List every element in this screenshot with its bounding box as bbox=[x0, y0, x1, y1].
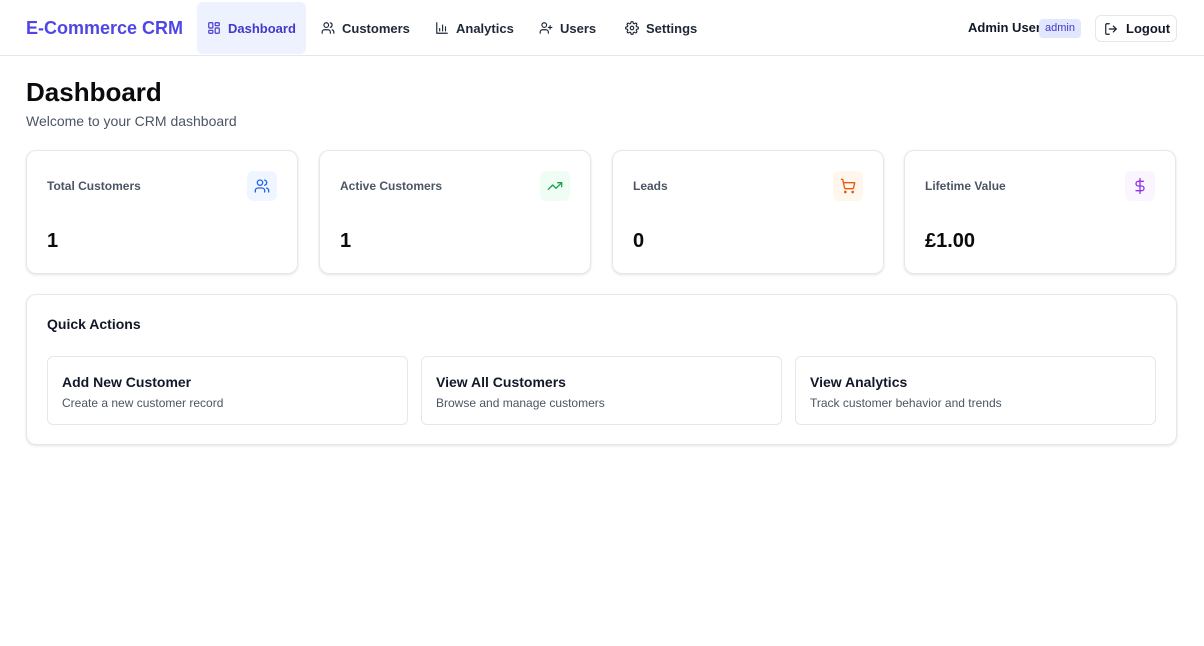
page-subtitle: Welcome to your CRM dashboard bbox=[26, 113, 237, 129]
stat-value: £1.00 bbox=[925, 230, 976, 252]
stat-icon-box bbox=[540, 171, 570, 201]
user-plus-icon bbox=[539, 22, 553, 34]
nav-item-settings[interactable]: Settings bbox=[615, 2, 707, 54]
stat-value: 0 bbox=[633, 230, 645, 252]
stat-card-active-customers: Active Customers 1 bbox=[319, 150, 591, 274]
trending-up-icon bbox=[547, 182, 563, 190]
bar-chart-icon bbox=[436, 22, 448, 34]
shopping-cart-icon bbox=[840, 178, 856, 194]
quick-action-description: Create a new customer record bbox=[62, 396, 224, 410]
stat-value: 1 bbox=[47, 230, 59, 252]
nav-item-analytics[interactable]: Analytics bbox=[425, 2, 524, 54]
nav-item-users[interactable]: Users bbox=[529, 2, 606, 54]
nav-item-customers[interactable]: Customers bbox=[311, 2, 420, 54]
stat-label: Active Customers bbox=[340, 179, 443, 193]
quick-action-add-customer[interactable]: Add New Customer Create a new customer r… bbox=[47, 356, 408, 425]
users-icon bbox=[321, 22, 335, 34]
brand-logo-text[interactable]: E-Commerce CRM bbox=[26, 16, 183, 40]
role-badge: admin bbox=[1039, 19, 1081, 38]
page-title: Dashboard bbox=[26, 77, 162, 107]
stat-label: Total Customers bbox=[47, 179, 141, 193]
logout-icon bbox=[1105, 22, 1117, 35]
nav-item-label: Dashboard bbox=[228, 20, 296, 36]
nav-item-label: Analytics bbox=[456, 20, 514, 36]
stat-icon-box bbox=[1125, 171, 1155, 201]
quick-action-description: Browse and manage customers bbox=[436, 396, 605, 410]
logout-label: Logout bbox=[1126, 21, 1171, 36]
gear-icon bbox=[625, 21, 639, 35]
stat-icon-box bbox=[833, 171, 863, 201]
stat-label: Lifetime Value bbox=[925, 179, 1006, 193]
quick-actions-title: Quick Actions bbox=[47, 316, 141, 332]
nav-item-dashboard[interactable]: Dashboard bbox=[197, 2, 306, 54]
stat-card-leads: Leads 0 bbox=[612, 150, 884, 274]
top-navbar: E-Commerce CRM Dashboard Customers Analy… bbox=[0, 0, 1204, 56]
nav-item-label: Users bbox=[560, 20, 597, 36]
quick-action-view-analytics[interactable]: View Analytics Track customer behavior a… bbox=[795, 356, 1156, 425]
nav-item-label: Settings bbox=[646, 20, 698, 36]
dollar-icon bbox=[1135, 178, 1145, 194]
stat-value: 1 bbox=[340, 230, 352, 252]
quick-action-view-customers[interactable]: View All Customers Browse and manage cus… bbox=[421, 356, 782, 425]
nav-item-label: Customers bbox=[342, 20, 410, 36]
layout-grid-icon bbox=[208, 22, 220, 34]
stat-card-total-customers: Total Customers 1 bbox=[26, 150, 298, 274]
quick-actions-panel: Quick Actions Add New Customer Create a … bbox=[26, 294, 1177, 445]
quick-action-title: Add New Customer bbox=[62, 374, 192, 390]
logout-button[interactable]: Logout bbox=[1095, 15, 1177, 42]
current-user-name: Admin User bbox=[968, 20, 1041, 35]
quick-action-description: Track customer behavior and trends bbox=[810, 396, 1002, 410]
quick-action-title: View Analytics bbox=[810, 374, 908, 390]
users-icon bbox=[254, 179, 270, 193]
stat-label: Leads bbox=[633, 179, 668, 193]
stat-card-lifetime-value: Lifetime Value £1.00 bbox=[904, 150, 1176, 274]
quick-action-title: View All Customers bbox=[436, 374, 566, 390]
stat-icon-box bbox=[247, 171, 277, 201]
